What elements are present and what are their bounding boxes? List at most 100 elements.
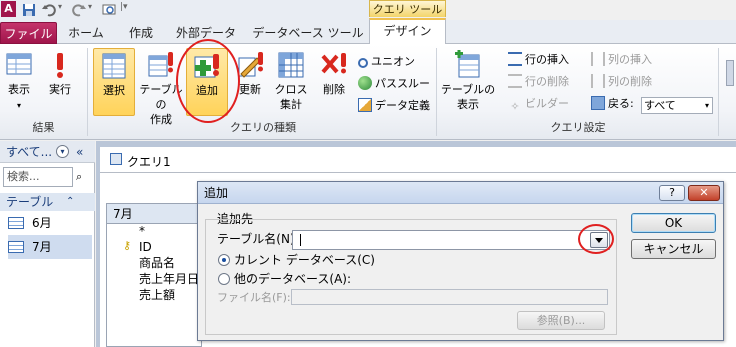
dropdown-arrow-icon — [595, 238, 603, 243]
nav-dropdown-icon[interactable]: ▾ — [56, 145, 69, 158]
undo-icon[interactable] — [42, 3, 56, 17]
delete-rows-label: 行の削除 — [525, 75, 569, 88]
field-list-july[interactable]: 7月 * ⚷ ID 商品名 売上年月日 売上額 — [106, 203, 202, 347]
field-list-item[interactable]: ID — [139, 240, 152, 254]
select-label: 選択 — [103, 84, 125, 97]
view-button[interactable]: 表示 ▾ — [0, 48, 38, 118]
table-name-label: テーブル名(N): — [217, 232, 299, 246]
field-list-item[interactable]: 売上年月日 — [139, 272, 199, 286]
insert-columns-label: 列の挿入 — [608, 53, 652, 66]
nav-item-label: 7月 — [32, 240, 52, 254]
show-table-label-1: テーブルの — [440, 83, 496, 96]
append-dialog: 追加 ? ✕ 追加先 テーブル名(N): カレント データベース(C) 他のデー… — [197, 181, 724, 341]
save-icon[interactable] — [22, 3, 36, 17]
delete-rows-button[interactable]: 行の削除 — [508, 72, 569, 92]
tab-design[interactable]: デザイン — [369, 18, 446, 45]
tab-create[interactable]: 作成 — [118, 22, 164, 44]
help-button[interactable]: ? — [659, 185, 685, 201]
field-list-item[interactable]: 商品名 — [139, 256, 175, 270]
print-preview-icon[interactable] — [102, 3, 116, 17]
access-app-icon[interactable]: A — [1, 1, 16, 17]
query-document-tab[interactable]: クエリ1 — [100, 147, 736, 173]
pass-through-button[interactable]: パススルー — [358, 74, 430, 94]
pass-through-label: パススルー — [375, 77, 430, 90]
navigation-pane: すべて... ▾ « 検索... ⌕ テーブル ⌃ 6月 7月 — [0, 141, 95, 347]
query-setup-group-label: クエリ設定 — [550, 121, 606, 134]
insert-rows-button[interactable]: 行の挿入 — [508, 50, 569, 70]
delete-columns-button[interactable]: 列の削除 — [591, 72, 652, 92]
run-button[interactable]: 実行 — [40, 48, 80, 118]
nav-collapse-icon[interactable]: « — [76, 141, 83, 163]
run-label: 実行 — [49, 83, 71, 96]
results-group-label: 結果 — [32, 121, 55, 134]
delete-query-button[interactable]: 削除 — [314, 48, 354, 118]
show-table-icon — [455, 50, 480, 78]
data-definition-icon — [358, 98, 372, 112]
ribbon-overflow-button[interactable] — [724, 48, 736, 118]
table-name-dropdown-button[interactable] — [590, 232, 608, 248]
data-definition-button[interactable]: データ定義 — [358, 96, 430, 116]
field-list-item[interactable]: * — [139, 224, 145, 238]
datasheet-view-icon — [6, 53, 32, 75]
nav-item-june[interactable]: 6月 — [8, 211, 92, 235]
return-control: 戻る: — [591, 94, 634, 114]
view-dropdown-icon: ▾ — [16, 101, 21, 110]
insert-rows-icon — [508, 52, 522, 66]
tab-external-data[interactable]: 外部データ — [170, 22, 242, 44]
crosstab-label-1: クロス — [274, 83, 308, 96]
tab-file[interactable]: ファイル — [0, 22, 57, 44]
select-query-icon — [102, 53, 126, 79]
cancel-button[interactable]: キャンセル — [631, 239, 716, 259]
redo-dropdown-icon[interactable]: ▾ — [88, 2, 92, 11]
nav-group-tables[interactable]: テーブル ⌃ — [0, 193, 95, 211]
field-list-item[interactable]: 売上額 — [139, 288, 175, 302]
chevron-up-icon: ⌃ — [66, 196, 75, 207]
current-database-label: カレント データベース(C) — [234, 253, 375, 267]
crosstab-grid-icon — [278, 52, 304, 78]
return-select[interactable]: すべて ▾ — [641, 97, 713, 114]
update-label: 更新 — [239, 83, 261, 96]
other-database-label: 他のデータベース(A): — [234, 272, 352, 286]
chevron-down-icon: ▾ — [704, 101, 709, 110]
select-query-button[interactable]: 選択 — [93, 48, 135, 116]
undo-dropdown-icon[interactable]: ▾ — [58, 2, 62, 11]
group-separator — [718, 48, 719, 136]
insert-columns-button[interactable]: 列の挿入 — [591, 50, 652, 70]
file-name-input[interactable] — [291, 289, 608, 305]
delete-x-icon — [321, 53, 346, 74]
tab-database-tools[interactable]: データベース ツール — [248, 22, 368, 44]
close-button[interactable]: ✕ — [688, 185, 720, 201]
nav-header[interactable]: すべて... ▾ « — [0, 141, 95, 163]
make-table-button[interactable]: テーブルの 作成 — [136, 48, 186, 126]
union-button[interactable]: ユニオン — [358, 52, 415, 72]
make-table-label-1: テーブルの — [139, 83, 183, 111]
union-icon — [358, 58, 368, 68]
delete-columns-label: 列の削除 — [608, 75, 652, 88]
nav-search-input[interactable]: 検索... — [3, 167, 73, 187]
delete-columns-icon — [591, 74, 605, 88]
crosstab-query-button[interactable]: クロス 集計 — [270, 48, 312, 118]
globe-icon — [358, 76, 372, 90]
show-table-label-2: 表示 — [457, 98, 479, 111]
current-database-radio[interactable] — [218, 254, 230, 266]
dialog-title: 追加 — [204, 186, 229, 200]
tab-home[interactable]: ホーム — [60, 22, 112, 44]
other-database-radio[interactable] — [218, 273, 230, 285]
table-name-combobox[interactable] — [292, 230, 610, 250]
redo-icon[interactable] — [72, 3, 86, 17]
nav-search-icon[interactable]: ⌕ — [76, 170, 82, 184]
ok-button[interactable]: OK — [631, 213, 716, 233]
nav-group-label: テーブル — [6, 195, 54, 209]
browse-button[interactable]: 参照(B)... — [517, 311, 605, 330]
builder-wand-icon: ✧ — [510, 100, 520, 113]
nav-item-july[interactable]: 7月 — [8, 235, 92, 259]
show-table-button[interactable]: テーブルの 表示 — [440, 48, 496, 118]
qat-customize-icon[interactable]: |▾ — [120, 2, 128, 12]
append-query-button[interactable]: 追加 — [186, 48, 228, 116]
builder-button[interactable]: ✧ ビルダー — [508, 94, 569, 114]
table-icon — [8, 217, 24, 229]
query-tab-label: クエリ1 — [127, 155, 171, 169]
return-icon — [591, 96, 605, 110]
dialog-title-bar: 追加 — [198, 182, 723, 204]
update-query-button[interactable]: 更新 — [230, 48, 270, 118]
